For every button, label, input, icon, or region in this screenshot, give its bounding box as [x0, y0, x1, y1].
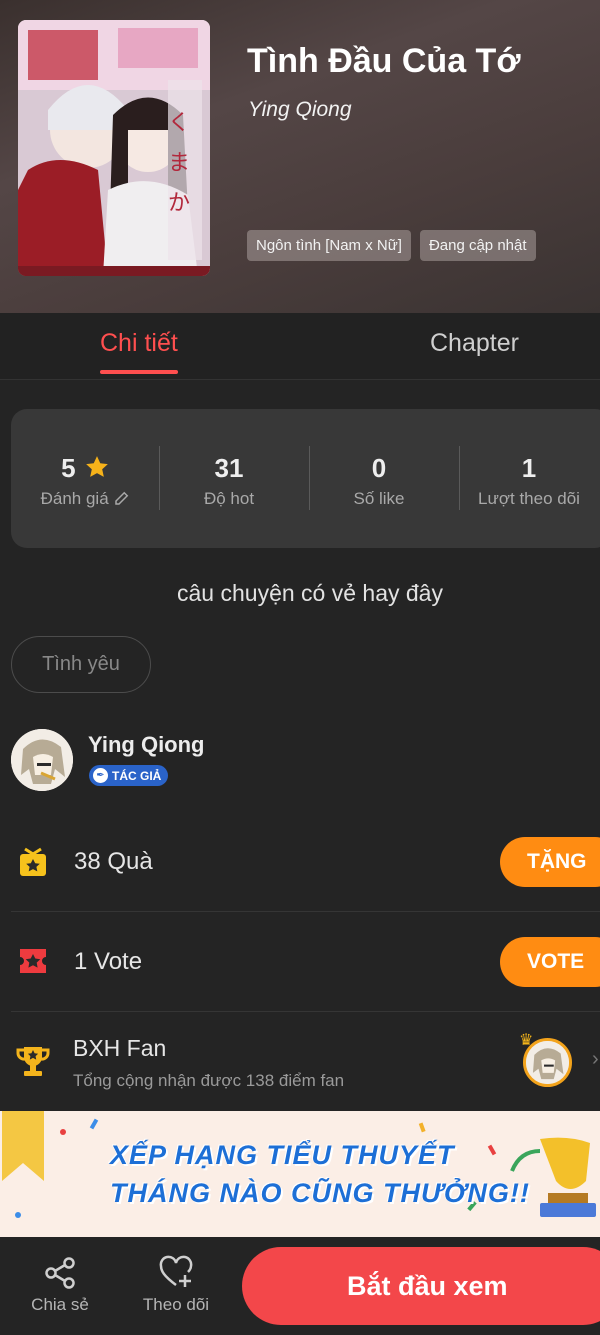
comic-description: câu chuyện có vẻ hay đây [177, 580, 443, 606]
manga-cover-image: く ま か [18, 20, 210, 276]
banner-subheadline: THÁNG NÀO CŨNG THƯỞNG!! [110, 1178, 530, 1208]
followers-value: 1 [521, 453, 537, 483]
fan-ranking-subtitle: Tổng cộng nhận được 138 điểm fan [73, 1071, 345, 1090]
start-reading-button[interactable]: Bắt đầu xem [242, 1247, 600, 1325]
ticket-icon [17, 945, 49, 977]
chevron-right-icon[interactable]: › [592, 1048, 599, 1071]
hot-label: Độ hot [203, 489, 255, 508]
star-icon [83, 454, 111, 487]
likes-label: Số like [353, 489, 405, 508]
svg-text:ま: ま [168, 151, 190, 176]
heart-plus-icon [158, 1255, 194, 1291]
share-button[interactable]: Chia sẻ [15, 1255, 105, 1315]
gift-icon [17, 846, 49, 878]
stat-rating[interactable]: 5 Đánh giá [11, 409, 161, 548]
follow-label: Theo dõi [142, 1295, 210, 1314]
gift-count: 38 Quà [74, 848, 153, 875]
svg-text:か: か [168, 191, 190, 216]
author-badge-label: TÁC GIẢ [112, 768, 162, 783]
crown-icon: ♛ [519, 1032, 534, 1049]
tab-bar: Chi tiết Chapter [0, 313, 600, 380]
author-name[interactable]: Ying Qiong [88, 732, 205, 758]
tab-chapter[interactable]: Chapter [430, 329, 519, 358]
followers-label: Lượt theo dõi [478, 489, 580, 508]
banner-headline: XẾP HẠNG TIỂU THUYẾT [110, 1140, 455, 1170]
follow-button[interactable]: Theo dõi [131, 1255, 221, 1315]
stat-likes: 0 Số like [304, 409, 454, 548]
share-icon [42, 1255, 78, 1291]
vote-count: 1 Vote [74, 948, 143, 975]
tag-list: Ngôn tình [Nam x Nữ] Đang cập nhật [247, 230, 536, 261]
vote-button[interactable]: VOTE [500, 937, 600, 987]
share-label: Chia sẻ [31, 1295, 89, 1314]
author-avatar[interactable] [11, 729, 73, 791]
genre-chip[interactable]: Tình yêu [11, 636, 151, 693]
status-tag: Đang cập nhật [419, 230, 536, 261]
gift-button[interactable]: TẶNG [500, 837, 600, 887]
comic-header: く ま か Tình Đầu Của Tớ Ying Qiong Ngôn tì… [0, 0, 600, 313]
stat-hot: 31 Độ hot [154, 409, 304, 548]
divider [11, 911, 600, 912]
svg-text:く: く [168, 111, 190, 136]
tab-details[interactable]: Chi tiết [100, 329, 178, 374]
rating-value: 5 [61, 453, 76, 483]
pen-nib-icon: ✒ [93, 768, 108, 783]
hot-value: 31 [214, 453, 244, 483]
comic-author[interactable]: Ying Qiong [248, 98, 352, 122]
divider [11, 1011, 600, 1012]
author-badge: ✒ TÁC GIẢ [89, 765, 169, 786]
stat-followers: 1 Lượt theo dõi [454, 409, 600, 548]
likes-value: 0 [371, 453, 387, 483]
genre-tag[interactable]: Ngôn tình [Nam x Nữ] [247, 230, 411, 261]
trophy-icon [15, 1043, 51, 1079]
ranking-banner[interactable] [0, 1111, 600, 1237]
rating-label: Đánh giá [40, 489, 109, 508]
comic-title: Tình Đầu Của Tớ [247, 42, 521, 80]
fan-ranking-title[interactable]: BXH Fan [73, 1035, 166, 1062]
pencil-icon[interactable] [113, 489, 131, 512]
stats-card: 5 Đánh giá 31 Độ hot 0 Số like 1 Lượt th… [11, 409, 600, 548]
